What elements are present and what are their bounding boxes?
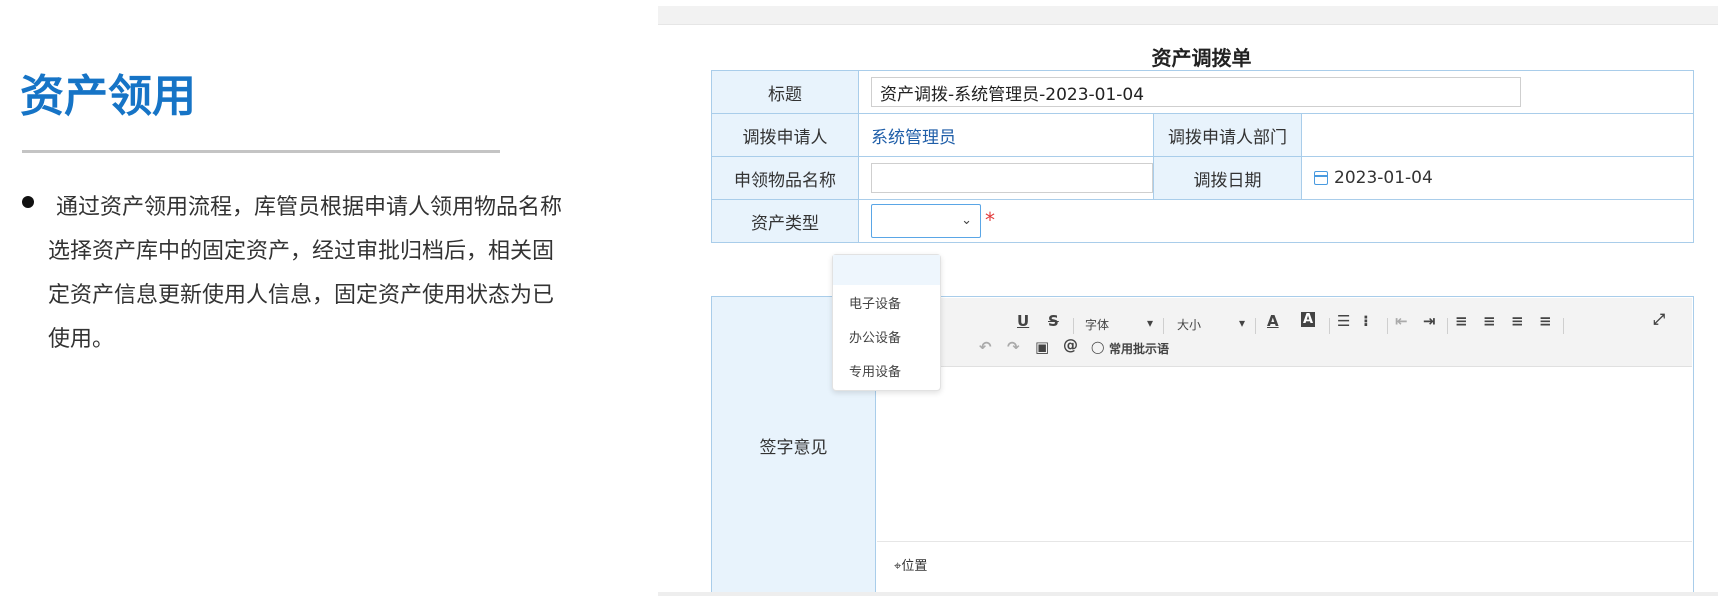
location-label: 位置 [901,559,928,574]
label-dept: 调拨申请人部门 [1153,113,1302,157]
font-family-select[interactable]: 字体 [1085,316,1109,333]
toolbar-separator [1387,318,1388,334]
ordered-list-icon[interactable]: ☰ [1337,312,1350,330]
bullet-dot [22,196,34,208]
font-color-button[interactable]: A [1267,312,1279,330]
comment-editor[interactable]: U S 字体 ▾ 大小 ▾ A A ☰ ⁝ ⇤ ⇥ ≡ ≡ ≡ ≡ ⤢ ↶ ↷ [875,296,1694,594]
common-phrase-button[interactable]: 常用批示语 [1109,340,1169,357]
toolbar-separator [1563,318,1564,334]
image-icon[interactable]: ▣ [1035,338,1049,356]
redo-icon[interactable]: ↷ [1007,338,1020,356]
row-type: 资产类型 ⌄ * [711,199,1694,243]
align-right-icon[interactable]: ≡ [1511,312,1524,330]
speech-bubble-icon[interactable]: ◯ [1091,340,1104,354]
mention-button[interactable]: @ [1063,336,1078,354]
outdent-icon[interactable]: ⇤ [1395,312,1408,330]
dropdown-option[interactable]: 电子设备 [849,293,901,312]
toolbar-separator [1329,318,1330,334]
fullscreen-icon[interactable]: ⤢ [1653,310,1665,328]
align-left-icon[interactable]: ≡ [1455,312,1468,330]
asset-type-dropdown: 电子设备 办公设备 专用设备 [832,254,941,391]
applicant-link[interactable]: 系统管理员 [871,123,956,148]
row-item: 申领物品名称 * 调拨日期 2023-01-04 [711,156,1694,200]
title-input-value: 资产调拨-系统管理员-2023-01-04 [880,84,1145,105]
align-justify-icon[interactable]: ≡ [1539,312,1552,330]
location-button[interactable]: ⌖位置 [894,555,927,574]
font-size-select[interactable]: 大小 [1177,316,1201,333]
chevron-down-icon[interactable]: ▾ [1147,316,1153,330]
asset-type-select[interactable]: ⌄ [871,204,981,238]
slide-description: 通过资产领用流程，库管员根据申请人领用物品名称选择资产库中的固定资产，经过审批归… [48,195,563,352]
label-item: 申领物品名称 [711,156,859,200]
required-mark: * [985,208,995,232]
title-divider [22,150,500,153]
title-cell: 资产调拨-系统管理员-2023-01-04 [858,70,1694,114]
highlight-color-button[interactable]: A [1301,312,1316,327]
strikethrough-button[interactable]: S [1048,312,1059,330]
editor-toolbar: U S 字体 ▾ 大小 ▾ A A ☰ ⁝ ⇤ ⇥ ≡ ≡ ≡ ≡ ⤢ ↶ ↷ [877,298,1692,367]
chevron-down-icon[interactable]: ▾ [1239,316,1245,330]
bullet-list-icon[interactable]: ⁝ [1363,312,1369,330]
indent-icon[interactable]: ⇥ [1423,312,1436,330]
label-type: 资产类型 [711,199,859,243]
underline-button[interactable]: U [1017,312,1029,330]
top-strip [658,6,1718,25]
item-name-input[interactable] [871,163,1153,193]
slide-title: 资产领用 [20,71,196,122]
asset-transfer-form: 资产调拨单 标题 资产调拨-系统管理员-2023-01-04 调拨申请人 系统管… [658,6,1718,596]
undo-icon[interactable]: ↶ [979,338,992,356]
item-cell: * [858,156,1167,200]
type-cell: ⌄ * [858,199,1694,243]
toolbar-separator [1163,318,1164,334]
bottom-strip [658,592,1718,596]
label-title: 标题 [711,70,859,114]
title-input[interactable]: 资产调拨-系统管理员-2023-01-04 [871,77,1521,107]
toolbar-separator [1073,318,1074,334]
toolbar-separator [1255,318,1256,334]
applicant-cell: 系统管理员 [858,113,1154,157]
editor-footer-divider [877,541,1692,542]
date-value: 2023-01-04 [1334,168,1433,188]
calendar-icon[interactable] [1314,171,1328,185]
align-center-icon[interactable]: ≡ [1483,312,1496,330]
row-applicant: 调拨申请人 系统管理员 调拨申请人部门 [711,113,1694,157]
dropdown-option[interactable]: 专用设备 [849,361,901,380]
chevron-down-icon[interactable]: ⌄ [961,213,972,228]
date-cell[interactable]: 2023-01-04 [1301,156,1694,200]
row-title: 标题 资产调拨-系统管理员-2023-01-04 [711,70,1694,114]
label-date: 调拨日期 [1153,156,1302,200]
form-title: 资产调拨单 [1151,46,1252,70]
dropdown-blank-option[interactable] [833,255,940,285]
dept-cell [1301,113,1694,157]
label-applicant: 调拨申请人 [711,113,859,157]
toolbar-separator [1447,318,1448,334]
dropdown-option[interactable]: 办公设备 [849,327,901,346]
